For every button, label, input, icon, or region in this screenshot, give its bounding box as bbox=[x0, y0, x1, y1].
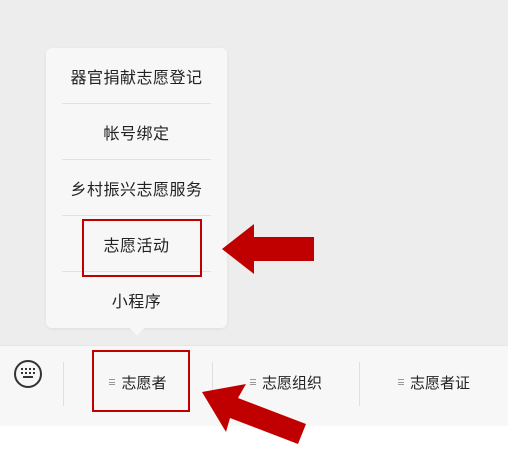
menu-lines-icon bbox=[397, 379, 404, 385]
arrow-up-left-icon bbox=[202, 384, 306, 444]
popup-pointer bbox=[128, 326, 146, 336]
menu-item-label: 乡村振兴志愿服务 bbox=[70, 179, 203, 199]
menu-item-rural-revitalization[interactable]: 乡村振兴志愿服务 bbox=[46, 160, 227, 215]
menu-item-mini-program[interactable]: 小程序 bbox=[46, 272, 227, 327]
arrow-left-icon bbox=[222, 224, 314, 274]
menu-item-account-binding[interactable]: 帐号绑定 bbox=[46, 104, 227, 159]
highlight-box-volunteer-tab bbox=[92, 350, 190, 412]
keyboard-icon bbox=[21, 368, 35, 378]
submenu-popup: 器官捐献志愿登记 帐号绑定 乡村振兴志愿服务 志愿活动 小程序 bbox=[46, 48, 227, 328]
tab-volunteer-certificate[interactable]: 志愿者证 bbox=[360, 362, 508, 402]
menu-item-label: 器官捐献志愿登记 bbox=[70, 67, 203, 87]
menu-item-label: 小程序 bbox=[111, 291, 162, 311]
highlight-box-volunteer-activities bbox=[82, 219, 202, 277]
menu-item-organ-donation[interactable]: 器官捐献志愿登记 bbox=[46, 48, 227, 103]
menu-item-label: 帐号绑定 bbox=[103, 123, 170, 143]
tab-label: 志愿者证 bbox=[409, 373, 470, 392]
keyboard-toggle-button[interactable] bbox=[14, 360, 42, 388]
